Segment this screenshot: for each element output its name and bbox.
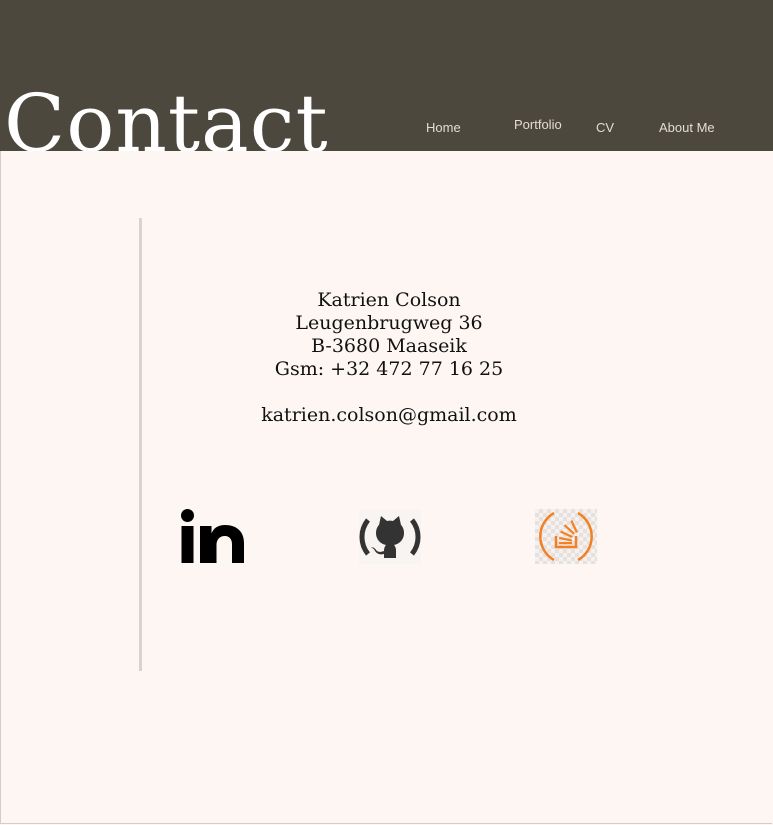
nav-portfolio-link[interactable]: Portfolio: [514, 117, 562, 132]
vertical-divider: [139, 218, 142, 671]
github-link[interactable]: [359, 510, 421, 564]
nav-home-link[interactable]: Home: [426, 120, 461, 135]
stackoverflow-icon: [539, 511, 593, 562]
contact-email-link[interactable]: katrien.colson@gmail.com: [220, 404, 558, 427]
nav-about-link[interactable]: About Me: [659, 120, 715, 135]
contact-phone: Gsm: +32 472 77 16 25: [274, 358, 504, 380]
linkedin-link[interactable]: [180, 509, 244, 563]
contact-details: Katrien Colson Leugenbrugweg 36 B-3680 M…: [220, 289, 558, 427]
contact-name: Katrien Colson: [317, 289, 461, 311]
content-area: [0, 151, 772, 824]
nav-cv-link[interactable]: CV: [596, 120, 614, 135]
page-title: Contact: [4, 77, 329, 152]
contact-street: Leugenbrugweg 36: [295, 312, 483, 334]
page: Contact Home Portfolio CV About Me Katri…: [0, 0, 773, 825]
linkedin-icon: [181, 509, 244, 563]
site-header: Contact Home Portfolio CV About Me: [0, 0, 773, 151]
github-icon: [359, 516, 421, 558]
contact-city: B-3680 Maaseik: [311, 335, 467, 357]
stackoverflow-link[interactable]: [535, 509, 597, 564]
